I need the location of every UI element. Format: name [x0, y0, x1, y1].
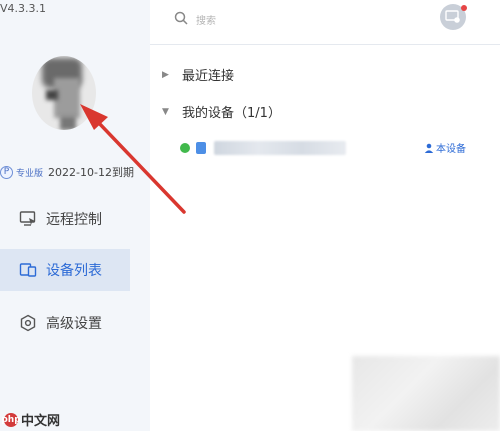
device-name-redacted [214, 141, 346, 155]
sidebar-item-remote-control[interactable]: 远程控制 [0, 198, 130, 240]
php-logo-icon: php [1, 412, 21, 427]
sidebar-item-advanced-settings[interactable]: 高级设置 [0, 302, 130, 344]
avatar[interactable] [32, 56, 96, 130]
expand-right-icon: ▶ [162, 69, 169, 80]
notification-dot [461, 5, 467, 11]
watermark: php 中文网 [1, 410, 61, 429]
search-icon [174, 10, 188, 29]
monitor-cursor-icon [18, 209, 38, 229]
header-divider [150, 44, 500, 45]
this-device-label: 本设备 [436, 144, 466, 155]
membership-tier: 专业版 [16, 168, 44, 179]
search-bar[interactable]: 搜索 [174, 10, 216, 29]
pro-badge-icon: P [0, 165, 13, 179]
person-icon [424, 143, 434, 153]
device-icon [196, 142, 206, 154]
devices-icon [18, 260, 38, 280]
this-device-tag: 本设备 [424, 140, 466, 155]
sidebar-item-label: 高级设置 [46, 316, 102, 332]
group-label: 我的设备 [182, 106, 235, 121]
group-count: （1/1） [234, 106, 281, 121]
sidebar-item-device-list[interactable]: 设备列表 [0, 249, 130, 291]
blurred-region [352, 356, 500, 431]
device-row[interactable]: 本设备 [180, 139, 480, 157]
expire-date: 2022-10-12到期 [48, 166, 134, 179]
search-input[interactable]: 搜索 [196, 12, 216, 27]
group-my-devices[interactable]: ▼ 我的设备 （1/1） [162, 102, 281, 121]
sidebar-item-label: 远程控制 [46, 212, 102, 228]
online-status-icon [180, 143, 190, 153]
app-version: V4.3.3.1 [0, 2, 47, 15]
sidebar: V4.3.3.1 P 专业版 2022-10-12到期 远程控制 设备列表 高级… [0, 0, 150, 431]
group-label: 最近连接 [182, 69, 235, 84]
watermark-text: 中文网 [21, 414, 61, 429]
user-menu-icon[interactable] [440, 4, 467, 30]
group-recent-connections[interactable]: ▶ 最近连接 [162, 65, 234, 84]
avatar-blur-region [60, 116, 76, 130]
expand-down-icon: ▼ [162, 106, 169, 117]
gear-icon [18, 313, 38, 333]
membership-info: P 专业版 2022-10-12到期 [0, 164, 134, 180]
sidebar-item-label: 设备列表 [46, 263, 102, 279]
avatar-blur-region [46, 90, 58, 100]
